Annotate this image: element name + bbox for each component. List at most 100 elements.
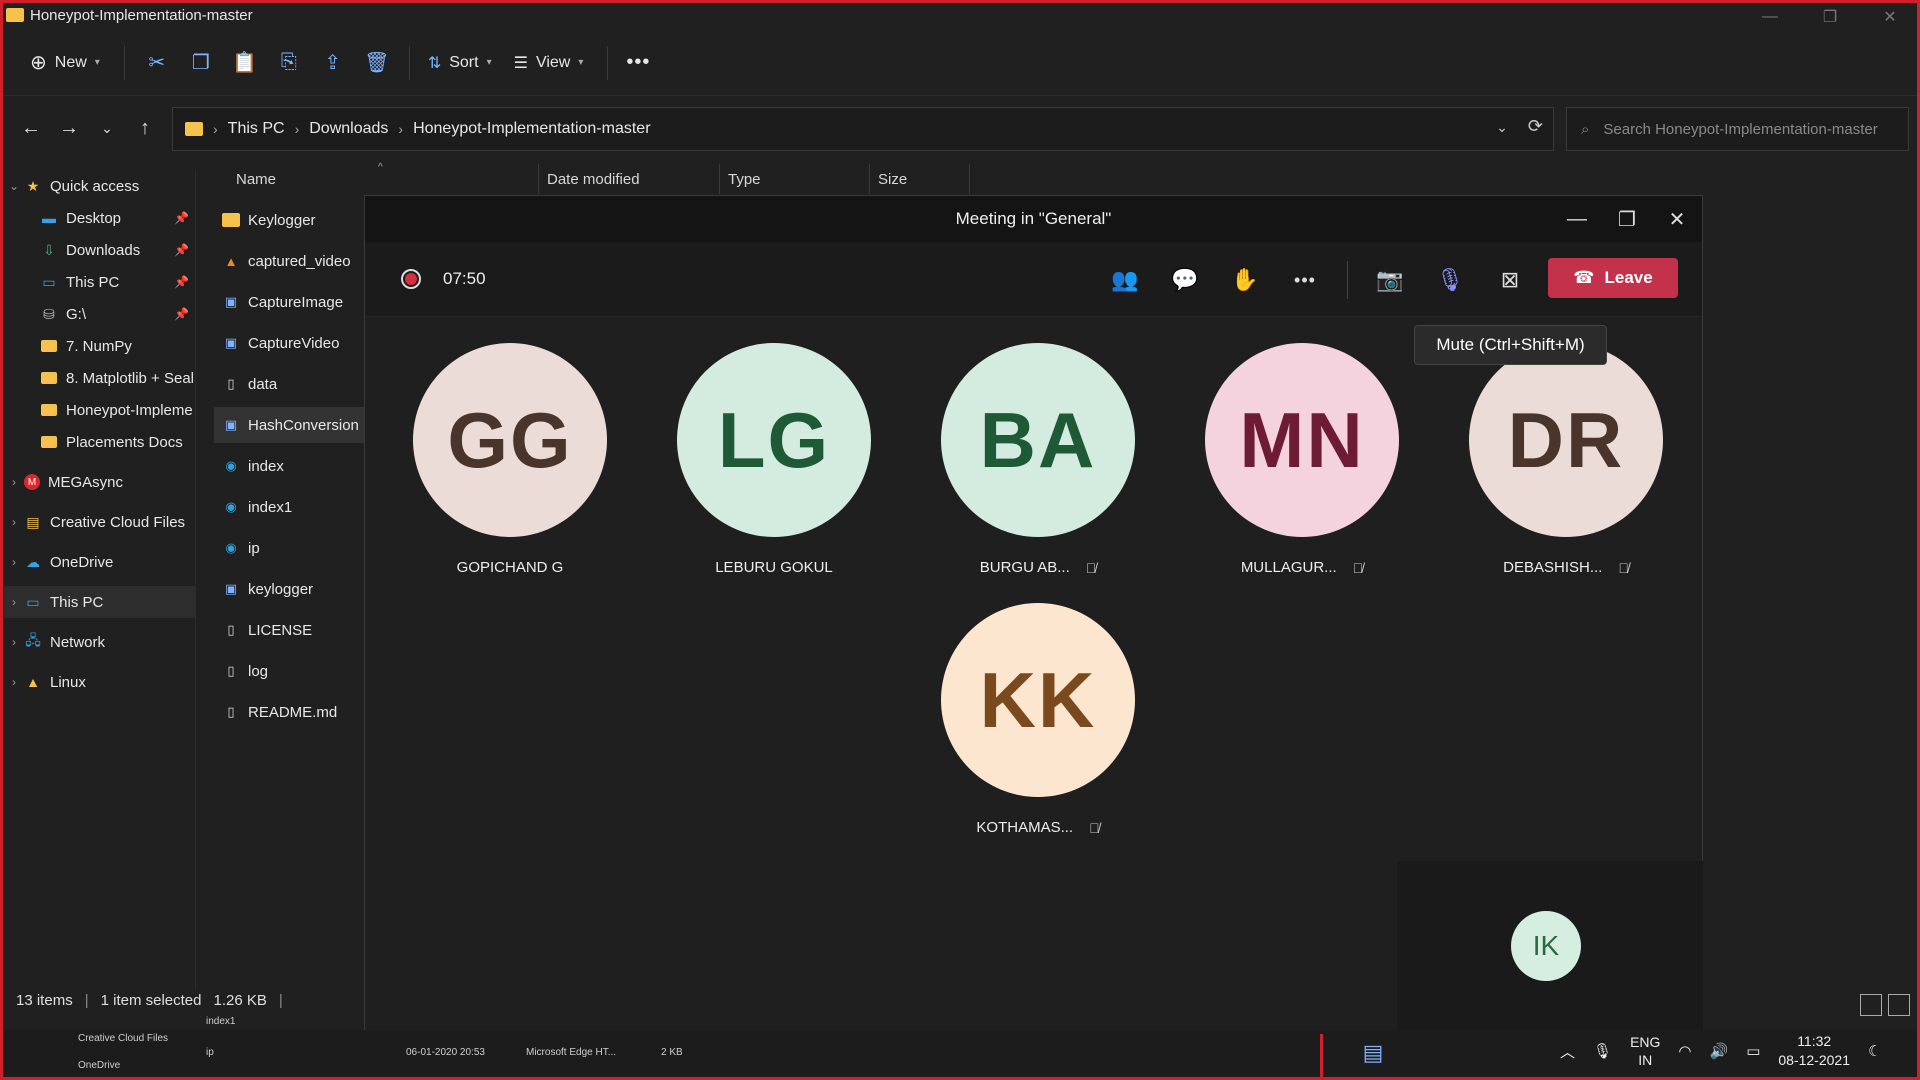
participant-tile[interactable]: BA BURGU AB... 🎙̸ <box>938 343 1138 576</box>
address-bar[interactable]: › This PC › Downloads › Honeypot-Impleme… <box>172 107 1554 151</box>
file-row[interactable]: ▣ HashConversion <box>214 407 364 443</box>
sidebar-item-honeypot[interactable]: Honeypot-Impleme <box>4 394 195 426</box>
sidebar-item-creative-cloud[interactable]: › ▤ Creative Cloud Files <box>4 506 195 538</box>
file-row[interactable]: ▣ keylogger <box>214 571 364 607</box>
chevron-right-icon[interactable]: › <box>4 515 24 529</box>
breadcrumb-this-pc[interactable]: This PC <box>228 120 285 138</box>
camera-off-icon[interactable]: 📷 <box>1360 260 1420 300</box>
cut-icon[interactable]: ✂ <box>135 43 179 83</box>
up-icon[interactable]: ↑ <box>126 108 164 148</box>
sidebar-item-this-pc-pinned[interactable]: ▭ This PC 📌 <box>4 266 195 298</box>
sidebar-item-quick-access[interactable]: ⌄ ★ Quick access <box>4 170 195 202</box>
file-row[interactable]: ◉ ip <box>214 530 364 566</box>
file-row[interactable]: Keylogger <box>214 202 364 238</box>
file-row[interactable]: ▯ data <box>214 366 364 402</box>
delete-icon[interactable]: 🗑 <box>355 43 399 83</box>
tiles-view-icon[interactable] <box>1888 994 1910 1016</box>
close-icon[interactable]: ✕ <box>1860 0 1920 34</box>
file-row[interactable]: ▯ log <box>214 653 364 689</box>
view-button[interactable]: ☰ View ▾ <box>506 43 592 83</box>
window-controls: — ❐ ✕ <box>1740 0 1920 34</box>
file-row[interactable]: ▯ README.md <box>214 694 364 730</box>
reactions-icon[interactable]: ✋ <box>1215 260 1275 300</box>
chevron-right-icon[interactable]: › <box>4 555 24 569</box>
chevron-right-icon[interactable]: › <box>4 595 24 609</box>
forward-icon[interactable]: → <box>50 108 88 148</box>
sidebar-item-network[interactable]: › 🖧 Network <box>4 626 195 658</box>
column-header-name[interactable]: Name ^ <box>228 162 538 194</box>
breadcrumb-downloads[interactable]: Downloads <box>309 120 388 138</box>
refresh-icon[interactable]: ⟳ <box>1528 116 1543 137</box>
file-row[interactable]: ◉ index <box>214 448 364 484</box>
file-row[interactable]: ◉ index1 <box>214 489 364 525</box>
share-icon[interactable]: ⇪ <box>311 43 355 83</box>
focus-assist-icon[interactable]: ☾ <box>1868 1042 1881 1060</box>
back-icon[interactable]: ← <box>12 108 50 148</box>
rename-icon[interactable]: ⎘ <box>267 43 311 83</box>
file-row[interactable]: ▲ captured_video <box>214 243 364 279</box>
chevron-right-icon[interactable]: › <box>4 475 24 489</box>
folder-icon <box>6 8 24 22</box>
sidebar-item-linux[interactable]: › ▲ Linux <box>4 666 195 698</box>
new-button[interactable]: ⊕ New ▾ <box>22 43 108 83</box>
window-title: Honeypot-Implementation-master <box>30 6 253 24</box>
participant-tile[interactable]: DR DEBASHISH... 🎙̸ <box>1466 343 1666 576</box>
battery-icon[interactable]: ▭ <box>1746 1042 1760 1060</box>
participants-icon[interactable]: 👥 <box>1095 260 1155 300</box>
clock[interactable]: 11:32 08-12-2021 <box>1778 1032 1850 1070</box>
wifi-icon[interactable]: ◠ <box>1678 1042 1691 1060</box>
sidebar-item-numpy[interactable]: 7. NumPy <box>4 330 195 362</box>
chevron-down-icon[interactable]: ⌄ <box>4 179 24 193</box>
chevron-up-icon[interactable]: ︿ <box>1560 1041 1575 1062</box>
sidebar-item-onedrive[interactable]: › ☁ OneDrive <box>4 546 195 578</box>
microphone-icon[interactable]: 🎙 <box>1420 260 1480 300</box>
more-icon[interactable]: ••• <box>1275 260 1335 300</box>
sort-button[interactable]: ⇅ Sort ▾ <box>420 43 500 83</box>
file-row[interactable]: ▣ CaptureImage <box>214 284 364 320</box>
copy-icon[interactable]: ❐ <box>179 43 223 83</box>
sidebar-item-desktop[interactable]: ▬ Desktop 📌 <box>4 202 195 234</box>
sidebar-item-placements[interactable]: Placements Docs <box>4 426 195 458</box>
participant-tile[interactable]: LG LEBURU GOKUL <box>674 343 874 576</box>
more-options-button[interactable]: ••• <box>618 43 658 83</box>
chevron-down-icon[interactable]: ⌄ <box>1496 119 1508 137</box>
participant-tile[interactable]: GG GOPICHAND G <box>410 343 610 576</box>
language-indicator[interactable]: ENG IN <box>1630 1033 1660 1069</box>
leave-button[interactable]: ☎ Leave <box>1548 258 1678 298</box>
sidebar-item-downloads[interactable]: ⇩ Downloads 📌 <box>4 234 195 266</box>
microphone-icon[interactable]: 🎙 <box>1593 1042 1612 1060</box>
folder-icon <box>40 338 58 354</box>
column-header-size[interactable]: Size <box>870 164 970 194</box>
file-row[interactable]: ▯ LICENSE <box>214 612 364 648</box>
recent-chevron-icon[interactable]: ⌄ <box>88 108 126 148</box>
details-view-icon[interactable] <box>1860 994 1882 1016</box>
file-row[interactable]: ▣ CaptureVideo <box>214 325 364 361</box>
participant-tile[interactable]: MN MULLAGUR... 🎙̸ <box>1202 343 1402 576</box>
sidebar-item-g-drive[interactable]: ⛁ G:\ 📌 <box>4 298 195 330</box>
self-view-tile[interactable]: IK <box>1397 861 1703 1032</box>
participant-tile[interactable]: KK KOTHAMAS... 🎙̸ <box>938 603 1138 836</box>
folder-icon <box>40 402 58 418</box>
column-header-type[interactable]: Type <box>720 164 870 194</box>
creative-cloud-icon: ▤ <box>26 513 40 530</box>
python-file-icon: ▣ <box>224 294 238 309</box>
volume-icon[interactable]: 🔊 <box>1710 1042 1729 1060</box>
share-screen-icon[interactable]: ⊠ <box>1480 260 1540 300</box>
minimize-icon[interactable]: — <box>1552 196 1602 242</box>
participant-name-row: GOPICHAND G <box>456 559 564 576</box>
chevron-right-icon[interactable]: › <box>4 635 24 649</box>
restore-icon[interactable]: ❐ <box>1602 196 1652 242</box>
sidebar-item-this-pc[interactable]: › ▭ This PC <box>4 586 195 618</box>
breadcrumb-current[interactable]: Honeypot-Implementation-master <box>413 120 650 138</box>
minimize-icon[interactable]: — <box>1740 0 1800 34</box>
maximize-icon[interactable]: ❐ <box>1800 0 1860 34</box>
close-icon[interactable]: ✕ <box>1652 196 1702 242</box>
sidebar-item-matplotlib[interactable]: 8. Matplotlib + Seal <box>4 362 195 394</box>
sidebar-item-megasync[interactable]: › M MEGAsync <box>4 466 195 498</box>
paste-icon[interactable]: 📋 <box>223 43 267 83</box>
chat-icon[interactable]: 💬 <box>1155 260 1215 300</box>
search-box[interactable]: ⌕ Search Honeypot-Implementation-master <box>1566 107 1909 151</box>
chevron-right-icon[interactable]: › <box>4 675 24 689</box>
column-header-date[interactable]: Date modified <box>538 164 720 194</box>
notepad-app-icon[interactable]: ▤ <box>1358 1034 1388 1072</box>
